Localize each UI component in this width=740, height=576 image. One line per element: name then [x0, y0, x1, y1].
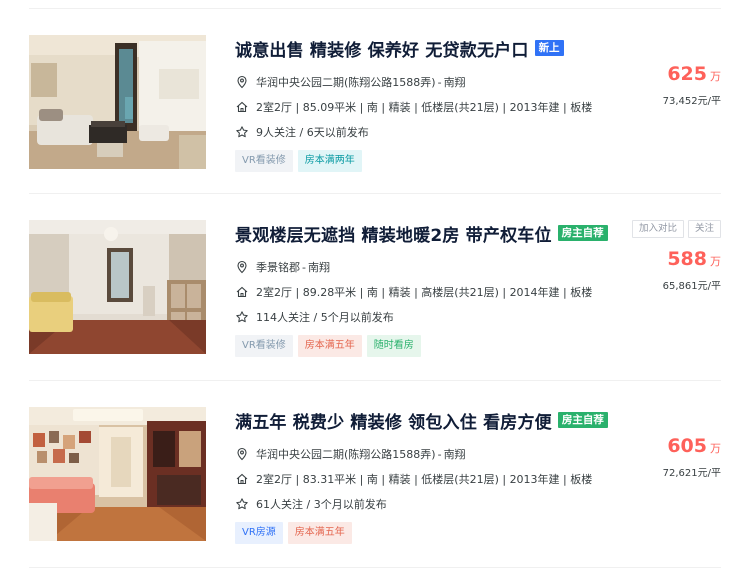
house-info-line: 2室2厅 | 85.09平米 | 南 | 精装 | 低楼层(共21层) | 20… — [235, 97, 615, 117]
house-icon — [235, 472, 249, 486]
listing-photo[interactable] — [29, 220, 206, 354]
follow-button[interactable]: 关注 — [687, 220, 721, 238]
follow-info: 9人关注 / 6天以前发布 — [256, 126, 369, 139]
community-link[interactable]: 华润中央公园二期(陈翔公路1588弄) — [256, 446, 436, 462]
price-box: 625 万 73,452元/平 — [663, 63, 721, 107]
house-info: 2室2厅 | 83.31平米 | 南 | 精装 | 低楼层(共21层) | 20… — [256, 473, 593, 486]
separator: - — [302, 260, 306, 274]
community-link[interactable]: 华润中央公园二期(陈翔公路1588弄) — [256, 74, 436, 90]
listing-info: 诚意出售 精装修 保养好 无贷款无户口 新上 华润中央公园二期(陈翔公路1588… — [235, 35, 615, 172]
separator: - — [437, 447, 442, 461]
house-info: 2室2厅 | 85.09平米 | 南 | 精装 | 低楼层(共21层) | 20… — [256, 101, 593, 114]
district-link[interactable]: 南翔 — [444, 74, 466, 90]
tag-two-years: 房本满两年 — [297, 150, 362, 172]
listing-title[interactable]: 满五年 税费少 精装修 领包入住 看房方便 — [235, 408, 552, 433]
listing-info: 满五年 税费少 精装修 领包入住 看房方便 房主自荐 华润中央公园二期(陈翔公路… — [235, 407, 615, 544]
divider — [29, 193, 721, 194]
location-line: 华润中央公园二期(陈翔公路1588弄) - 南翔 — [235, 72, 615, 92]
owner-recommended-badge: 房主自荐 — [557, 225, 608, 241]
house-icon — [235, 285, 249, 299]
tag-five-years: 房本满五年 — [287, 522, 352, 544]
new-listing-badge: 新上 — [534, 40, 564, 56]
owner-recommended-badge: 房主自荐 — [557, 412, 608, 428]
tag-viewing-anytime: 随时看房 — [366, 335, 421, 357]
follow-info: 61人关注 / 3个月以前发布 — [256, 498, 387, 511]
house-icon — [235, 100, 249, 114]
star-icon — [235, 125, 249, 139]
tag-vr-decoration: VR看装修 — [235, 150, 293, 172]
location-line: 季景铭郡 - 南翔 — [235, 257, 615, 277]
community-link[interactable]: 季景铭郡 — [256, 259, 300, 275]
divider — [29, 567, 721, 568]
star-icon — [235, 310, 249, 324]
separator: - — [437, 75, 442, 89]
total-price: 605 万 — [667, 435, 721, 457]
house-info-line: 2室2厅 | 83.31平米 | 南 | 精装 | 低楼层(共21层) | 20… — [235, 469, 615, 489]
listing-photo[interactable] — [29, 35, 206, 169]
feature-tags: VR房源 房本满五年 — [235, 522, 615, 544]
listing-card: 诚意出售 精装修 保养好 无贷款无户口 新上 华润中央公园二期(陈翔公路1588… — [29, 35, 721, 172]
listing-card: 满五年 税费少 精装修 领包入住 看房方便 房主自荐 华润中央公园二期(陈翔公路… — [29, 407, 721, 544]
tag-vr-listing: VR房源 — [235, 522, 283, 544]
unit-price: 72,621元/平 — [662, 468, 721, 479]
divider — [29, 8, 721, 9]
location-pin-icon — [235, 75, 249, 89]
unit-price: 65,861元/平 — [662, 281, 721, 292]
total-price: 588 万 — [667, 248, 721, 270]
follow-info: 114人关注 / 5个月以前发布 — [256, 311, 394, 324]
district-link[interactable]: 南翔 — [308, 259, 330, 275]
listing-title[interactable]: 诚意出售 精装修 保养好 无贷款无户口 — [235, 36, 529, 61]
living-room-photo — [29, 220, 206, 354]
listing-title[interactable]: 景观楼层无遮挡 精装地暖2房 带产权车位 — [235, 221, 552, 246]
star-icon — [235, 497, 249, 511]
tag-five-years: 房本满五年 — [297, 335, 362, 357]
add-to-compare-button[interactable]: 加入对比 — [631, 220, 684, 238]
listing-card: 景观楼层无遮挡 精装地暖2房 带产权车位 房主自荐 季景铭郡 - 南翔 2室2厅… — [29, 220, 721, 357]
price-box: 605 万 72,621元/平 — [663, 435, 721, 479]
listing-info: 景观楼层无遮挡 精装地暖2房 带产权车位 房主自荐 季景铭郡 - 南翔 2室2厅… — [235, 220, 615, 357]
tag-vr-decoration: VR看装修 — [235, 335, 293, 357]
total-price: 625 万 — [667, 63, 721, 85]
location-pin-icon — [235, 260, 249, 274]
listing-actions: 加入对比 关注 — [628, 220, 721, 238]
unit-price: 73,452元/平 — [662, 96, 721, 107]
house-info: 2室2厅 | 89.28平米 | 南 | 精装 | 高楼层(共21层) | 20… — [256, 286, 593, 299]
follow-info-line: 61人关注 / 3个月以前发布 — [235, 494, 615, 514]
location-line: 华润中央公园二期(陈翔公路1588弄) - 南翔 — [235, 444, 615, 464]
divider — [29, 380, 721, 381]
living-room-photo — [29, 407, 206, 541]
feature-tags: VR看装修 房本满五年 随时看房 — [235, 335, 615, 357]
location-pin-icon — [235, 447, 249, 461]
follow-info-line: 114人关注 / 5个月以前发布 — [235, 307, 615, 327]
price-box: 588 万 65,861元/平 — [663, 248, 721, 292]
living-room-photo — [29, 35, 206, 169]
district-link[interactable]: 南翔 — [444, 446, 466, 462]
house-info-line: 2室2厅 | 89.28平米 | 南 | 精装 | 高楼层(共21层) | 20… — [235, 282, 615, 302]
feature-tags: VR看装修 房本满两年 — [235, 150, 615, 172]
listing-photo[interactable] — [29, 407, 206, 541]
follow-info-line: 9人关注 / 6天以前发布 — [235, 122, 615, 142]
